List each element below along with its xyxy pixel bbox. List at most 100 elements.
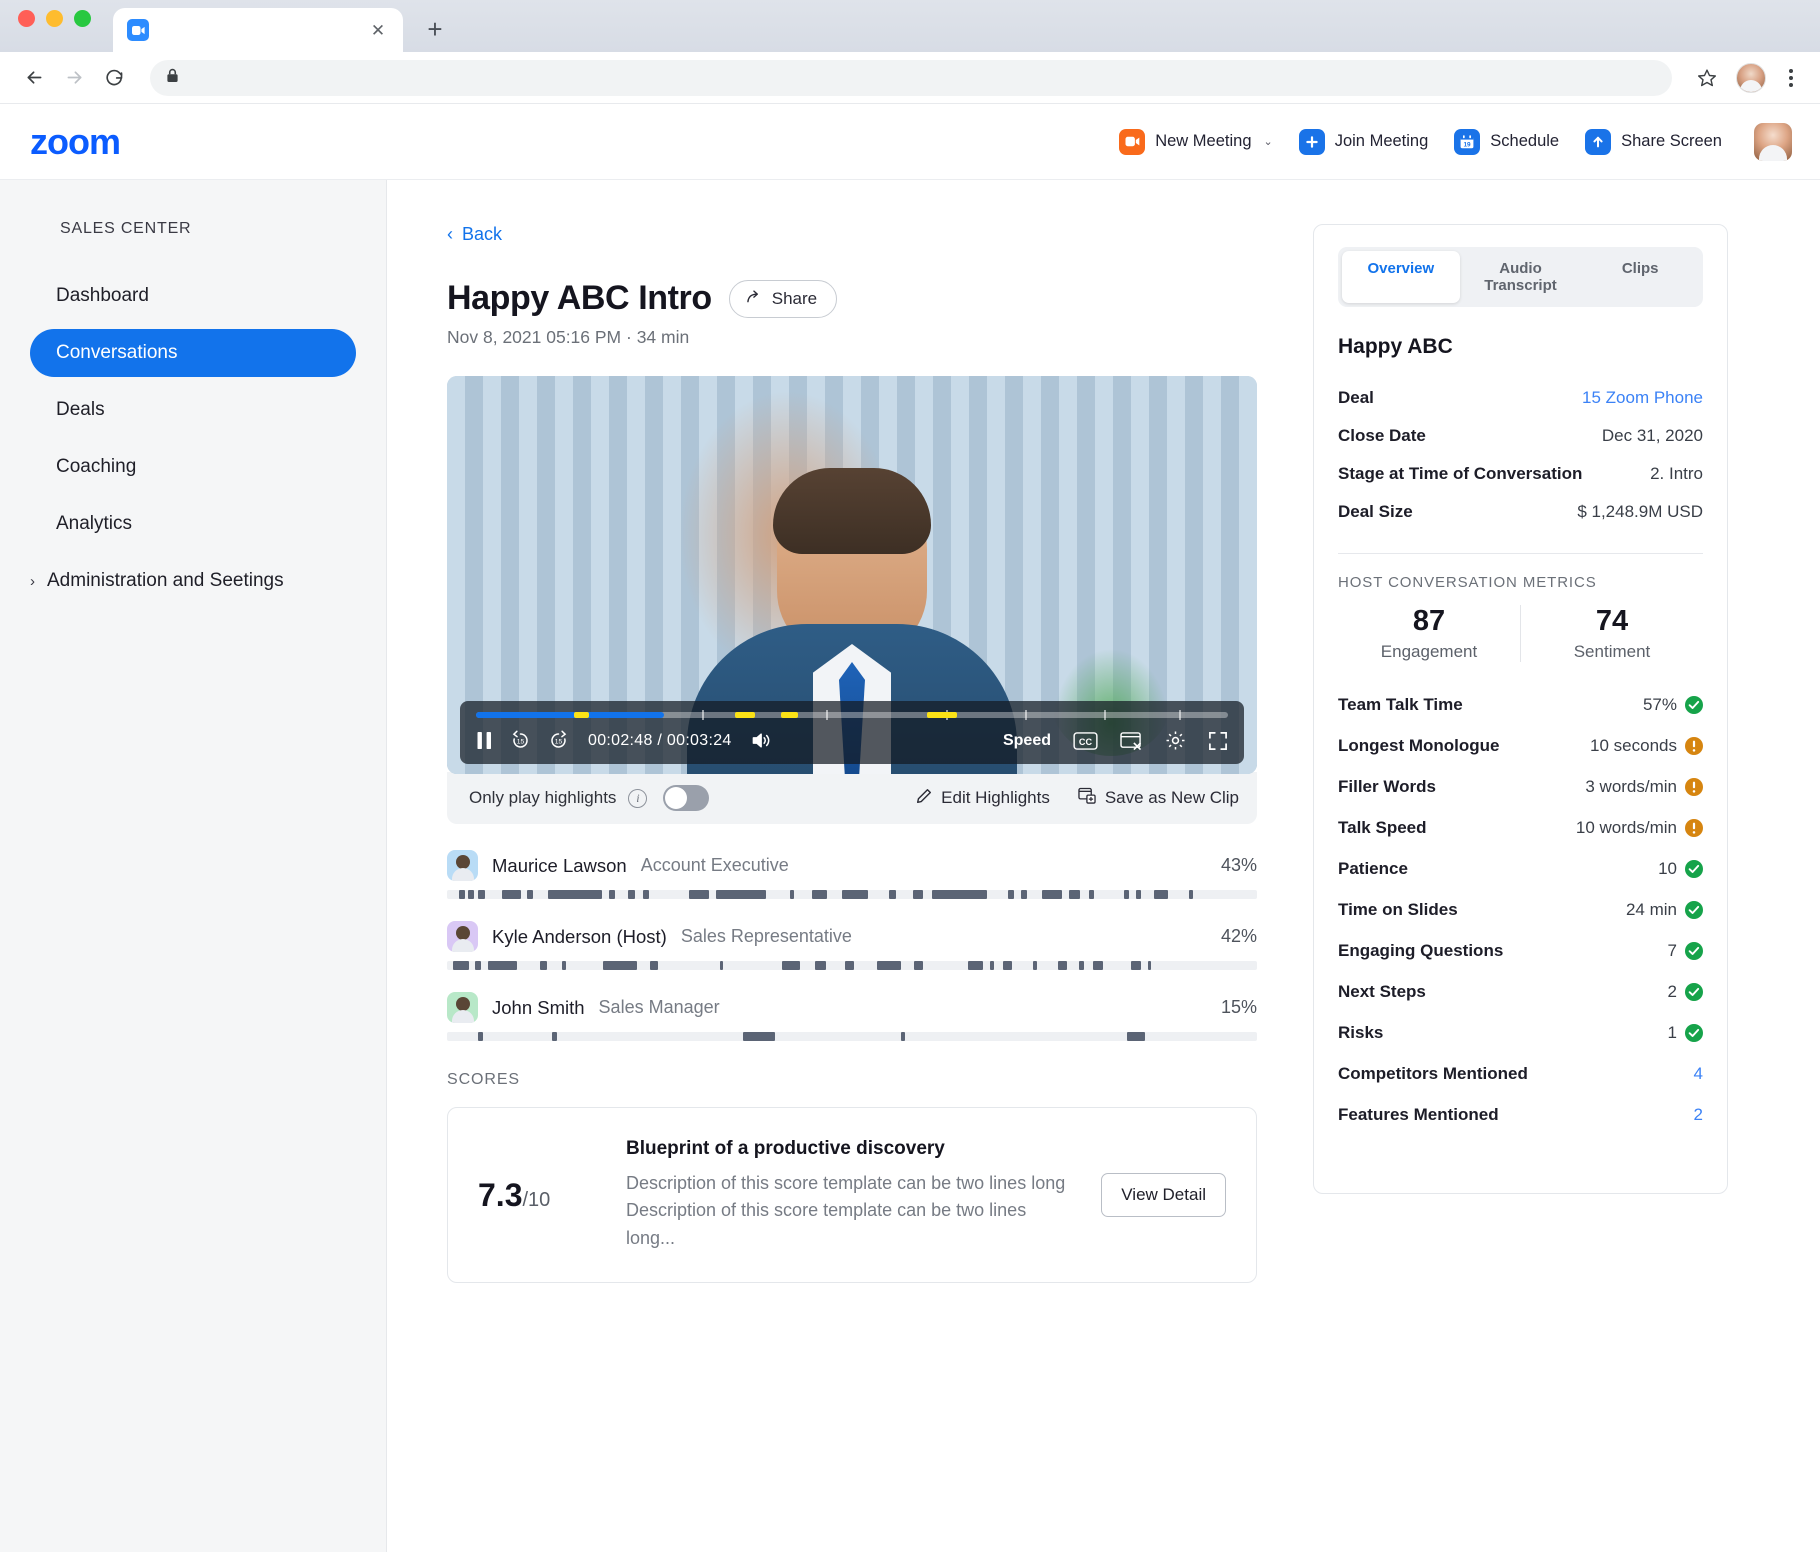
share-label: Share xyxy=(772,289,817,309)
deal-details-list: Deal 15 Zoom PhoneClose Date Dec 31, 202… xyxy=(1338,379,1703,531)
reload-icon[interactable] xyxy=(96,60,132,96)
metric-key: Patience xyxy=(1338,859,1408,879)
sidebar-item-analytics[interactable]: Analytics xyxy=(30,500,356,548)
metric-value: 2 xyxy=(1668,982,1703,1002)
new-tab-button[interactable]: + xyxy=(421,15,449,43)
metric-value: 3 words/min xyxy=(1585,777,1703,797)
sidebar-item-deals[interactable]: Deals xyxy=(30,386,356,434)
highlight-actions: Edit Highlights Save as New Clip xyxy=(916,787,1239,809)
sidebar-item-dashboard[interactable]: Dashboard xyxy=(30,272,356,320)
back-button[interactable]: ‹ Back xyxy=(447,224,502,245)
title-row: Happy ABC Intro Share xyxy=(447,279,1267,318)
closed-caption-icon[interactable]: CC xyxy=(1073,732,1098,750)
forward-15-icon[interactable]: 15 xyxy=(548,730,569,751)
schedule-button[interactable]: 19 Schedule xyxy=(1454,129,1559,155)
detail-key: Deal Size xyxy=(1338,502,1413,522)
score-description-line1: Description of this score template can b… xyxy=(626,1170,1071,1197)
maximize-window-button[interactable] xyxy=(74,10,91,27)
metric-value[interactable]: 4 xyxy=(1694,1064,1703,1084)
speaker-talk-timeline[interactable] xyxy=(447,1032,1257,1041)
tab-overview[interactable]: Overview xyxy=(1342,251,1460,303)
score-body: Blueprint of a productive discovery Desc… xyxy=(626,1138,1071,1252)
arrow-right-icon[interactable] xyxy=(56,60,92,96)
metric-row: Team Talk Time 57% xyxy=(1338,684,1703,725)
metric-key: Time on Slides xyxy=(1338,900,1458,920)
address-bar[interactable] xyxy=(150,60,1672,96)
metric-value[interactable]: 2 xyxy=(1694,1105,1703,1125)
save-as-new-clip-button[interactable]: Save as New Clip xyxy=(1078,787,1239,809)
video-highlight-marker[interactable] xyxy=(927,712,957,718)
pencil-icon xyxy=(916,788,932,809)
score-number: 7.3 xyxy=(478,1177,522,1213)
tab-audio-transcript[interactable]: Audio Transcript xyxy=(1462,251,1580,303)
close-window-button[interactable] xyxy=(18,10,35,27)
video-highlight-marker[interactable] xyxy=(781,712,798,718)
speed-button[interactable]: Speed xyxy=(1003,732,1051,750)
metrics-heading: HOST CONVERSATION METRICS xyxy=(1338,574,1703,591)
metric-key: Features Mentioned xyxy=(1338,1105,1499,1125)
detail-row: Stage at Time of Conversation 2. Intro xyxy=(1338,455,1703,493)
share-screen-button[interactable]: Share Screen xyxy=(1585,129,1722,155)
video-highlight-marker[interactable] xyxy=(735,712,755,718)
sidebar-item-conversations[interactable]: Conversations xyxy=(30,329,356,377)
video-highlight-marker[interactable] xyxy=(574,712,589,718)
chevron-down-icon[interactable]: ⌄ xyxy=(1264,135,1273,148)
metric-row: Time on Slides 24 min xyxy=(1338,889,1703,930)
new-meeting-button[interactable]: New Meeting ⌄ xyxy=(1119,129,1273,155)
status-ok-icon xyxy=(1685,901,1703,919)
chrome-profile-avatar[interactable] xyxy=(1736,63,1766,93)
view-detail-button[interactable]: View Detail xyxy=(1101,1173,1226,1217)
metric-key: Talk Speed xyxy=(1338,818,1427,838)
chevron-left-icon: ‹ xyxy=(447,224,453,245)
video-controls: 15 15 00:02:48 / 00:03:24 Speed CC xyxy=(460,701,1244,764)
engagement-label: Engagement xyxy=(1338,642,1520,662)
main-column: ‹ Back Happy ABC Intro Share Nov 8, 2021… xyxy=(447,224,1267,1552)
metric-row: Next Steps 2 xyxy=(1338,971,1703,1012)
new-meeting-label: New Meeting xyxy=(1155,132,1251,151)
app-header: zoom New Meeting ⌄ Join Meeting 19 Sched… xyxy=(0,104,1820,180)
rewind-15-icon[interactable]: 15 xyxy=(510,730,531,751)
tab-clips[interactable]: Clips xyxy=(1581,251,1699,303)
video-chapter-tick xyxy=(1104,710,1106,720)
edit-highlights-button[interactable]: Edit Highlights xyxy=(916,788,1050,809)
bookmark-star-icon[interactable] xyxy=(1690,61,1724,95)
detail-key: Deal xyxy=(1338,388,1374,408)
status-ok-icon xyxy=(1685,860,1703,878)
gear-icon[interactable] xyxy=(1165,730,1186,751)
info-icon[interactable]: i xyxy=(628,789,647,808)
join-meeting-button[interactable]: Join Meeting xyxy=(1299,129,1429,155)
metric-value: 10 xyxy=(1658,859,1703,879)
kebab-menu-icon[interactable] xyxy=(1778,61,1804,95)
status-ok-icon xyxy=(1685,983,1703,1001)
detail-key: Stage at Time of Conversation xyxy=(1338,464,1582,484)
sidebar-item-coaching[interactable]: Coaching xyxy=(30,443,356,491)
pause-icon[interactable] xyxy=(476,731,493,750)
avatar xyxy=(447,850,478,881)
arrow-left-icon[interactable] xyxy=(16,60,52,96)
status-warning-icon xyxy=(1685,778,1703,796)
user-avatar[interactable] xyxy=(1754,123,1792,161)
detail-value[interactable]: 15 Zoom Phone xyxy=(1582,388,1703,408)
speaker-talk-timeline[interactable] xyxy=(447,961,1257,970)
fullscreen-icon[interactable] xyxy=(1208,731,1228,751)
speaker-talk-timeline[interactable] xyxy=(447,890,1257,899)
metric-key: Engaging Questions xyxy=(1338,941,1503,961)
close-tab-button[interactable]: ✕ xyxy=(367,19,389,41)
speaker-row: Maurice Lawson Account Executive 43% xyxy=(447,850,1257,899)
volume-icon[interactable] xyxy=(751,731,772,750)
create-clip-icon[interactable] xyxy=(1120,731,1143,751)
metrics-list: Team Talk Time 57%Longest Monologue 10 s… xyxy=(1338,684,1703,1135)
svg-text:15: 15 xyxy=(555,739,563,746)
avatar xyxy=(447,992,478,1023)
share-button[interactable]: Share xyxy=(729,280,837,318)
video-player[interactable]: 15 15 00:02:48 / 00:03:24 Speed CC xyxy=(447,376,1257,774)
sidebar-item-label: Analytics xyxy=(56,513,132,535)
browser-tab[interactable]: ✕ xyxy=(113,8,403,52)
speaker-name: Maurice Lawson xyxy=(492,855,627,877)
video-progress-bar[interactable] xyxy=(476,712,1228,718)
minimize-window-button[interactable] xyxy=(46,10,63,27)
only-play-highlights-toggle[interactable] xyxy=(663,785,709,811)
sidebar-item-label: Coaching xyxy=(56,456,136,478)
score-card: 7.3/10 Blueprint of a productive discove… xyxy=(447,1107,1257,1283)
sidebar-item-administration-and-settings[interactable]: › Administration and Seetings xyxy=(30,557,356,605)
